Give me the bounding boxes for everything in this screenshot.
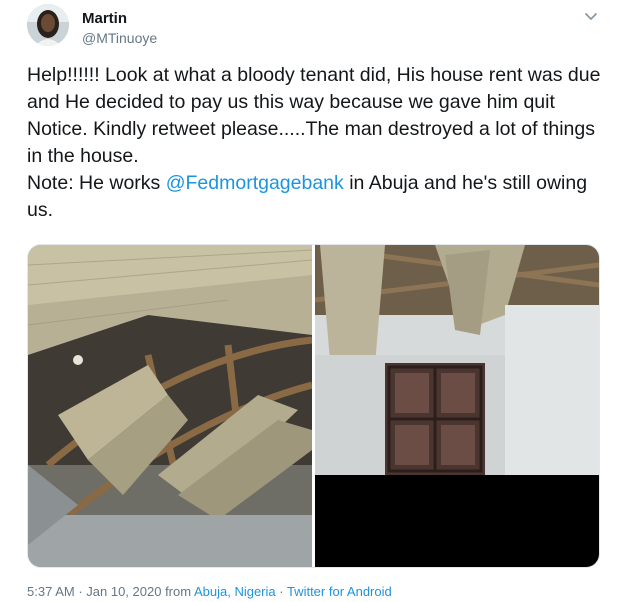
- meta-from: from: [161, 584, 194, 599]
- tweet-meta: 5:37 AM · Jan 10, 2020 from Abuja, Niger…: [27, 584, 392, 599]
- location-link[interactable]: Abuja, Nigeria: [194, 584, 276, 599]
- photo-ceiling[interactable]: [28, 245, 313, 567]
- tweet-date[interactable]: Jan 10, 2020: [86, 584, 161, 599]
- tweet-text-part2: Note: He works: [27, 172, 166, 194]
- chevron-down-icon[interactable]: [583, 8, 599, 24]
- avatar-image: [27, 4, 69, 46]
- source-link[interactable]: Twitter for Android: [287, 584, 392, 599]
- mention-link[interactable]: @Fedmortgagebank: [166, 172, 344, 194]
- user-handle[interactable]: @MTinuoye: [82, 30, 157, 46]
- tweet-text: Help!!!!!! Look at what a bloody tenant …: [27, 62, 605, 224]
- avatar[interactable]: [27, 4, 69, 46]
- media-grid: [27, 244, 600, 568]
- meta-separator: ·: [74, 584, 87, 599]
- tweet-time[interactable]: 5:37 AM: [27, 584, 75, 599]
- user-name[interactable]: Martin: [82, 10, 127, 27]
- tweet-text-part1: Help!!!!!! Look at what a bloody tenant …: [27, 64, 601, 167]
- meta-separator-2: ·: [275, 584, 287, 599]
- photo-window[interactable]: [314, 245, 599, 567]
